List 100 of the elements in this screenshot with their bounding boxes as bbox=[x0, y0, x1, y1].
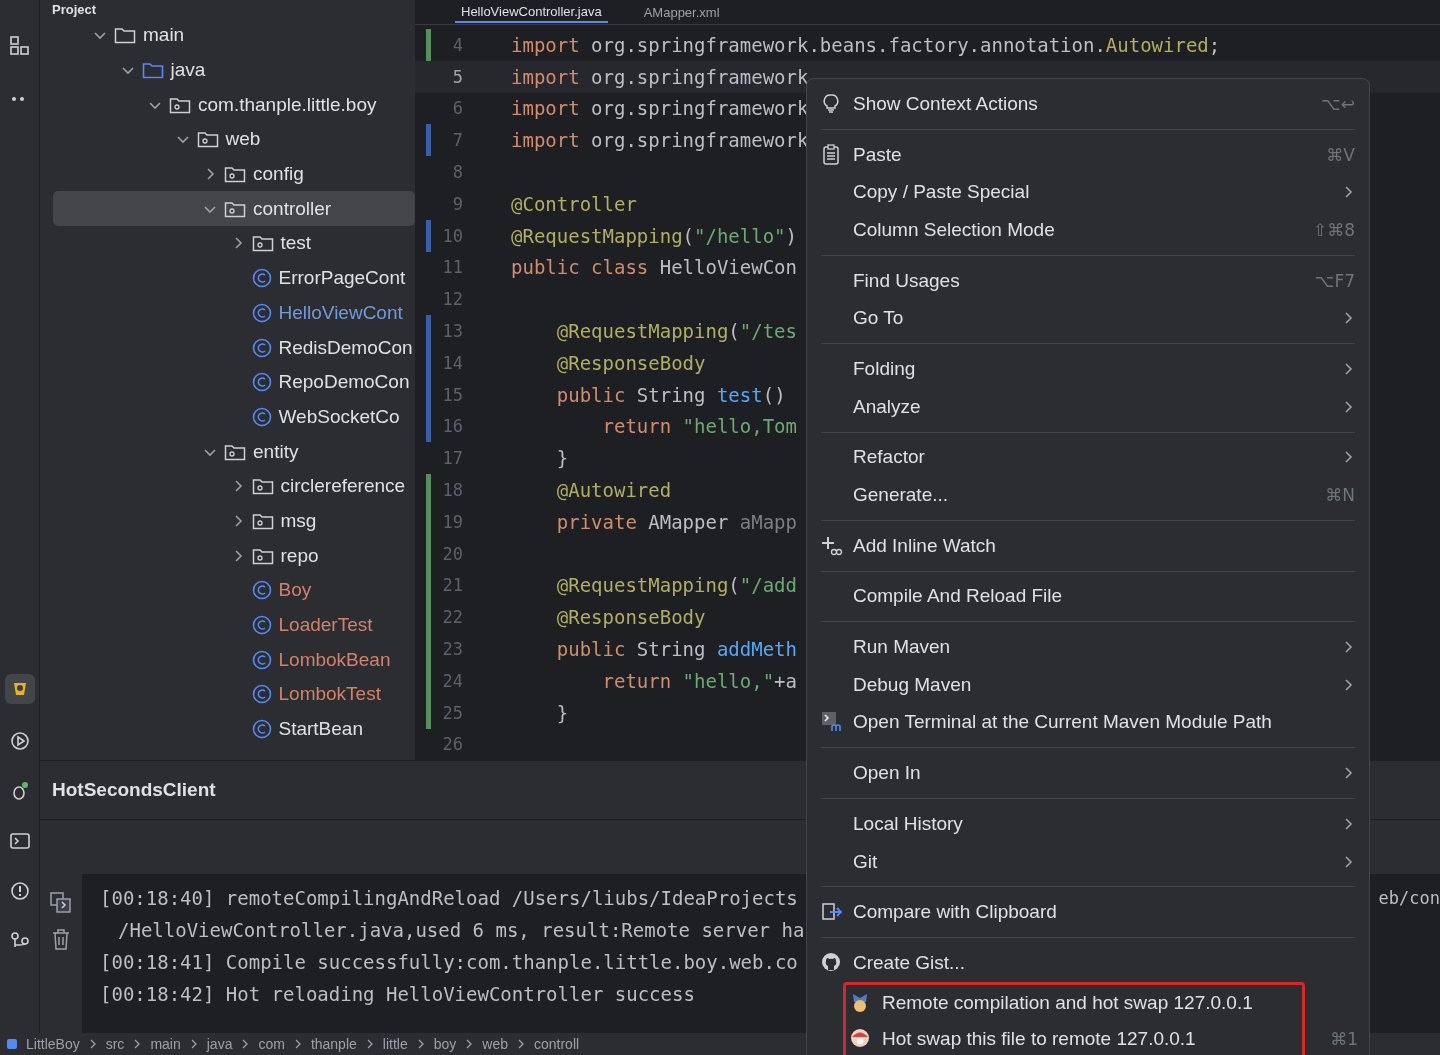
run-icon[interactable] bbox=[9, 731, 30, 751]
package-icon bbox=[169, 95, 191, 114]
breadcrumb-item[interactable]: controll bbox=[534, 1036, 580, 1052]
tree-row[interactable]: entity bbox=[53, 434, 415, 469]
tree-label: com.thanple.little.boy bbox=[198, 93, 377, 116]
class-icon bbox=[251, 302, 272, 323]
soft-wrap-icon[interactable] bbox=[50, 892, 72, 914]
package-icon bbox=[196, 130, 219, 149]
menu-item[interactable]: Refactor bbox=[821, 438, 1355, 477]
menu-item[interactable]: Show Context Actions ⌥↩ bbox=[821, 85, 1355, 123]
tree-row[interactable]: ErrorPageCont bbox=[53, 260, 415, 296]
tree-row[interactable]: circlereference bbox=[53, 468, 415, 504]
class-icon bbox=[251, 406, 272, 427]
tree-row[interactable]: com.thanple.little.boy bbox=[53, 87, 415, 123]
code-line: return "hello,Tom bbox=[601, 415, 797, 438]
menu-item[interactable]: Analyze bbox=[821, 387, 1355, 426]
menu-item[interactable]: Debug Maven bbox=[821, 665, 1355, 704]
menu-item[interactable]: Paste ⌘V bbox=[821, 135, 1355, 174]
tree-label: LombokBean bbox=[278, 648, 391, 671]
breadcrumb-item[interactable]: src bbox=[105, 1036, 125, 1052]
class-icon bbox=[251, 719, 272, 740]
menu-item[interactable]: Column Selection Mode ⇧⌘8 bbox=[821, 211, 1355, 249]
tree-row[interactable]: LoaderTest bbox=[53, 607, 415, 643]
tree-label: LoaderTest bbox=[278, 614, 373, 637]
code-line: @RequestMapping("/add bbox=[555, 574, 797, 597]
tree-row[interactable]: RedisDemoCon bbox=[53, 330, 415, 365]
tree-row[interactable]: controller bbox=[53, 191, 415, 227]
menu-item[interactable]: Find Usages ⌥F7 bbox=[821, 261, 1355, 300]
menu-item[interactable]: Go To bbox=[821, 299, 1355, 338]
tree-row[interactable]: RepoDemoCon bbox=[53, 364, 415, 400]
folder-icon bbox=[114, 26, 136, 45]
log-line: [00:18:42] Hot reloading HelloViewController success bbox=[100, 982, 696, 1007]
editor-tab[interactable]: AMapper.xml bbox=[637, 2, 726, 22]
breadcrumb-item[interactable]: boy bbox=[433, 1036, 457, 1052]
tree-label: web bbox=[225, 128, 261, 151]
tree-row[interactable]: WebSocketCo bbox=[53, 399, 415, 435]
tree-row[interactable]: web bbox=[53, 122, 415, 157]
tree-label: Boy bbox=[278, 579, 312, 602]
terminal-icon[interactable] bbox=[9, 831, 30, 851]
breadcrumb-item[interactable]: com bbox=[258, 1036, 285, 1052]
tree-label: ErrorPageCont bbox=[278, 267, 406, 290]
structure-icon[interactable] bbox=[9, 35, 30, 55]
menu-item[interactable]: Open Terminal at the Current Maven Module Path bbox=[821, 703, 1355, 742]
menu-item[interactable]: Remote compilation and hot swap 127.0.0.1 bbox=[850, 984, 1358, 1021]
breadcrumb-item[interactable]: LittleBoy bbox=[26, 1036, 80, 1052]
problems-icon[interactable] bbox=[9, 881, 30, 901]
menu-item[interactable]: Git bbox=[821, 842, 1355, 881]
code-line: import org.springframework.beans.factory.annotation.Autowired; bbox=[511, 33, 1221, 56]
console-title: HotSecondsClient bbox=[52, 779, 216, 801]
tree-row[interactable]: main bbox=[53, 18, 415, 53]
editor-tab[interactable]: HelloViewController.java bbox=[455, 1, 608, 23]
menu-item[interactable]: Compare with Clipboard bbox=[821, 893, 1355, 932]
menu-item[interactable]: Create Gist... bbox=[821, 944, 1355, 982]
tree-label: LombokTest bbox=[278, 683, 381, 706]
tree-row[interactable]: HelloViewCont bbox=[53, 295, 415, 331]
line-number: 6 bbox=[451, 98, 463, 119]
package-icon bbox=[224, 442, 246, 461]
menu-item[interactable]: Compile And Reload File bbox=[821, 577, 1355, 616]
menu-item[interactable]: Add Inline Watch bbox=[821, 526, 1355, 565]
menu-item[interactable]: Generate... ⌘N bbox=[821, 476, 1355, 514]
trash-icon[interactable] bbox=[52, 928, 70, 950]
tree-label: test bbox=[280, 232, 312, 255]
shortcut-label: ⇧⌘8 bbox=[1312, 219, 1355, 240]
line-number: 7 bbox=[451, 130, 463, 151]
menu-item[interactable]: Folding bbox=[821, 350, 1355, 388]
code-line: import org.springframework bbox=[511, 97, 809, 120]
breadcrumb-item[interactable]: main bbox=[150, 1036, 181, 1052]
tree-row[interactable]: Boy bbox=[53, 573, 415, 608]
code-line: @RequestMapping("/hello") bbox=[511, 224, 797, 247]
code-line: public String addMeth bbox=[555, 638, 797, 661]
code-line: @ResponseBody bbox=[555, 351, 706, 374]
breadcrumb-item[interactable]: little bbox=[382, 1036, 408, 1052]
code-line: @ResponseBody bbox=[555, 606, 706, 629]
menu-item[interactable]: Copy / Paste Special bbox=[821, 173, 1355, 212]
breadcrumb-item[interactable]: web bbox=[482, 1036, 508, 1052]
tree-label: circlereference bbox=[280, 475, 406, 498]
breadcrumb-item[interactable]: java bbox=[206, 1036, 233, 1052]
tree-row[interactable]: LombokBean bbox=[53, 642, 415, 678]
tree-row[interactable]: repo bbox=[53, 538, 415, 573]
line-number: 23 bbox=[441, 639, 463, 660]
tree-row[interactable]: StartBean bbox=[53, 711, 415, 747]
code-line: return "hello,"+a bbox=[601, 669, 797, 692]
tree-row[interactable]: java bbox=[53, 52, 415, 88]
menu-item[interactable]: Open In bbox=[821, 754, 1355, 792]
tree-row[interactable]: LombokTest bbox=[53, 677, 415, 712]
package-icon bbox=[224, 165, 246, 184]
menu-item[interactable]: Local History bbox=[821, 805, 1355, 843]
menu-item[interactable]: Hot swap this file to remote 127.0.0.1 ⌘1 bbox=[850, 1020, 1358, 1055]
code-line: import org.springframework bbox=[511, 129, 809, 152]
line-number: 17 bbox=[441, 448, 463, 469]
tree-row[interactable]: test bbox=[53, 226, 415, 261]
class-icon bbox=[251, 268, 272, 289]
tree-label: java bbox=[170, 59, 206, 82]
breadcrumb-item[interactable]: thanple bbox=[310, 1036, 357, 1052]
log-line: [00:18:40] remoteCompilingAndReload /Users/liubs/IdeaProjects bbox=[100, 886, 799, 911]
module-icon bbox=[6, 1038, 18, 1050]
tree-row[interactable]: config bbox=[53, 156, 415, 192]
tree-row[interactable]: msg bbox=[53, 503, 415, 539]
menu-item[interactable]: Run Maven bbox=[821, 628, 1355, 666]
code-line: import org.springframework bbox=[511, 65, 809, 88]
